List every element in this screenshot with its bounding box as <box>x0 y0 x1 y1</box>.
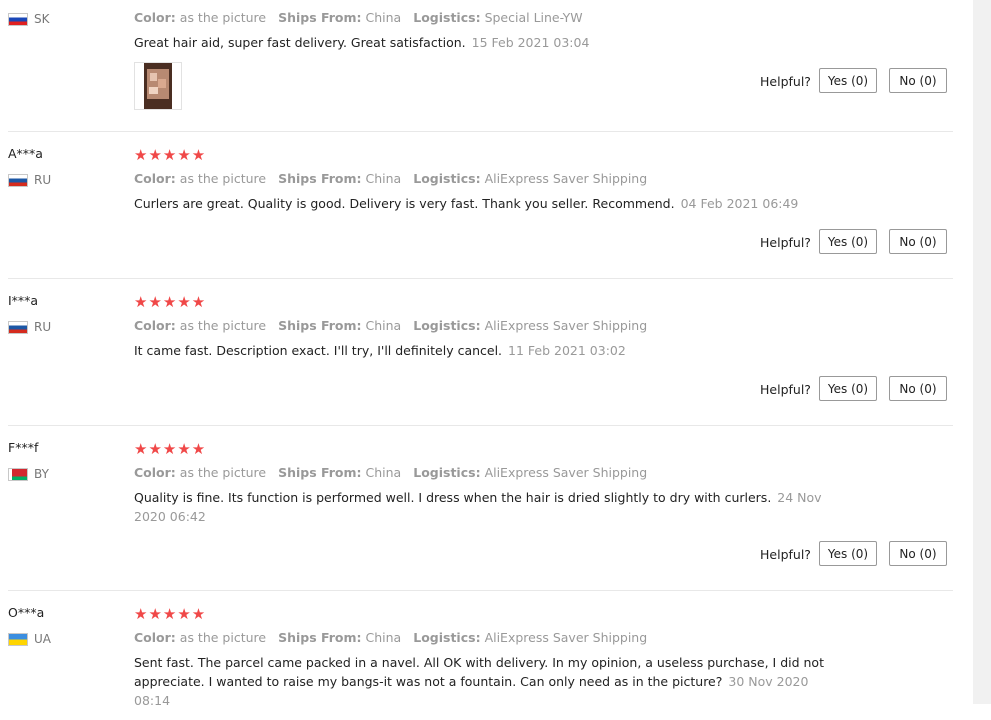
logistics-label: Logistics: <box>413 10 481 25</box>
scrollbar-track[interactable] <box>973 0 991 704</box>
color-label: Color: <box>134 630 176 645</box>
country-code: BY <box>34 467 49 481</box>
review-text: Great hair aid, super fast delivery. Gre… <box>134 33 839 52</box>
color-value: as the picture <box>179 10 267 25</box>
reviewer-country: BY <box>8 467 49 481</box>
rating-stars: ★★★★★ <box>134 605 207 623</box>
color-value: as the picture <box>179 630 267 645</box>
reviewer-country: UA <box>8 632 51 646</box>
review-body: Curlers are great. Quality is good. Deli… <box>134 196 675 211</box>
reviewer-country: RU <box>8 320 51 334</box>
color-label: Color: <box>134 10 176 25</box>
ships-from-value: China <box>365 171 402 186</box>
color-value: as the picture <box>179 171 267 186</box>
review-text: Curlers are great. Quality is good. Deli… <box>134 194 839 213</box>
logistics-value: Special Line-YW <box>484 10 583 25</box>
reviewer-name: A***a <box>8 146 43 161</box>
helpful-no-button[interactable]: No (0) <box>889 376 947 401</box>
country-code: SK <box>34 12 50 26</box>
ships-from-label: Ships From: <box>278 630 362 645</box>
logistics-label: Logistics: <box>413 630 481 645</box>
ships-from-value: China <box>365 465 402 480</box>
review-date: 15 Feb 2021 03:04 <box>471 35 590 50</box>
country-code: RU <box>34 320 52 334</box>
color-value: as the picture <box>179 465 267 480</box>
reviewer-name: I***a <box>8 293 39 308</box>
logistics-value: AliExpress Saver Shipping <box>484 630 648 645</box>
color-label: Color: <box>134 171 176 186</box>
helpful-label: Helpful? <box>760 382 811 397</box>
logistics-label: Logistics: <box>413 465 481 480</box>
helpful-no-button[interactable]: No (0) <box>889 229 947 254</box>
review-item: A***a RU ★★★★★ Color: as the picture Ship… <box>8 131 953 279</box>
logistics-value: AliExpress Saver Shipping <box>484 318 648 333</box>
review-text: Quality is fine. Its function is perform… <box>134 488 839 526</box>
helpful-yes-button[interactable]: Yes (0) <box>819 376 877 401</box>
ships-from-label: Ships From: <box>278 171 362 186</box>
helpful-no-button[interactable]: No (0) <box>889 541 947 566</box>
flag-sk-icon <box>8 12 28 26</box>
helpful-label: Helpful? <box>760 74 811 89</box>
review-meta: Color: as the picture Ships From: China Lo… <box>134 465 647 480</box>
flag-ua-icon <box>8 632 28 646</box>
ships-from-value: China <box>365 10 402 25</box>
country-code: UA <box>34 632 51 646</box>
reviewer-name: F***f <box>8 440 39 455</box>
rating-stars: ★★★★★ <box>134 146 207 164</box>
flag-ru-icon <box>8 320 28 334</box>
color-label: Color: <box>134 318 176 333</box>
review-item: F***f BY ★★★★★ Color: as the picture Ship… <box>8 425 953 591</box>
review-item: O***a UA ★★★★★ Color: as the picture Ship… <box>8 590 953 720</box>
logistics-label: Logistics: <box>413 171 481 186</box>
helpful-label: Helpful? <box>760 235 811 250</box>
review-body: Quality is fine. Its function is perform… <box>134 490 772 505</box>
helpful-no-button[interactable]: No (0) <box>889 68 947 93</box>
review-item: ★★★★★ SK Color: as the picture Ships From… <box>8 0 953 132</box>
review-date: 04 Feb 2021 06:49 <box>680 196 799 211</box>
flag-by-icon <box>8 467 28 481</box>
reviewer-country: RU <box>8 173 51 187</box>
helpful-yes-button[interactable]: Yes (0) <box>819 541 877 566</box>
helpful-yes-button[interactable]: Yes (0) <box>819 68 877 93</box>
ships-from-label: Ships From: <box>278 318 362 333</box>
review-text: It came fast. Description exact. I'll tr… <box>134 341 839 360</box>
ships-from-value: China <box>365 630 402 645</box>
rating-stars: ★★★★★ <box>134 293 207 311</box>
country-code: RU <box>34 173 52 187</box>
ships-from-label: Ships From: <box>278 465 362 480</box>
reviewer-name: O***a <box>8 605 45 620</box>
flag-ru-icon <box>8 173 28 187</box>
color-label: Color: <box>134 465 176 480</box>
rating-stars: ★★★★★ <box>134 0 206 2</box>
review-body: Great hair aid, super fast delivery. Gre… <box>134 35 466 50</box>
review-date: 11 Feb 2021 03:02 <box>508 343 626 358</box>
logistics-value: AliExpress Saver Shipping <box>484 171 648 186</box>
ships-from-label: Ships From: <box>278 10 362 25</box>
helpful-label: Helpful? <box>760 547 811 562</box>
review-meta: Color: as the picture Ships From: China Lo… <box>134 318 647 333</box>
helpful-yes-button[interactable]: Yes (0) <box>819 229 877 254</box>
color-value: as the picture <box>179 318 267 333</box>
review-item: I***a RU ★★★★★ Color: as the picture Ship… <box>8 278 953 426</box>
rating-stars: ★★★★★ <box>134 440 207 458</box>
reviewer-country: SK <box>8 12 50 26</box>
logistics-label: Logistics: <box>413 318 481 333</box>
review-text: Sent fast. The parcel came packed in a n… <box>134 653 839 710</box>
review-meta: Color: as the picture Ships From: China Lo… <box>134 10 583 25</box>
ships-from-value: China <box>365 318 402 333</box>
review-meta: Color: as the picture Ships From: China Lo… <box>134 630 647 645</box>
review-meta: Color: as the picture Ships From: China Lo… <box>134 171 647 186</box>
review-body: Sent fast. The parcel came packed in a n… <box>134 655 824 689</box>
logistics-value: AliExpress Saver Shipping <box>484 465 648 480</box>
review-body: It came fast. Description exact. I'll tr… <box>134 343 503 358</box>
review-photo[interactable] <box>134 62 182 110</box>
photo-thumbnail-icon <box>144 63 172 109</box>
